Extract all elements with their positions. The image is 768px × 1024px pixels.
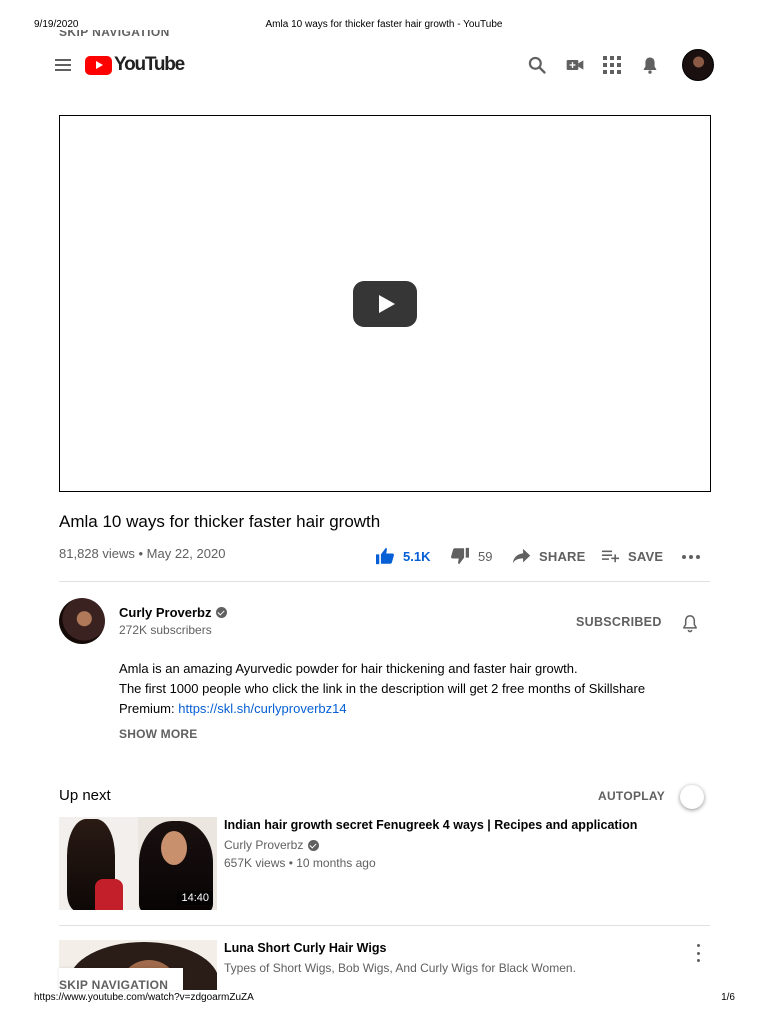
thumbs-down-icon xyxy=(451,547,469,565)
print-url: https://www.youtube.com/watch?v=zdgoarmZ… xyxy=(34,992,254,1003)
recommended-channel-text: Curly Proverbz xyxy=(224,838,304,852)
apps-icon[interactable] xyxy=(600,53,624,77)
recommended-video-title[interactable]: Indian hair growth secret Fenugreek 4 wa… xyxy=(224,818,637,832)
show-more-button[interactable]: SHOW MORE xyxy=(119,727,197,741)
subscriber-count: 272K subscribers xyxy=(119,623,212,637)
skip-navigation-button[interactable]: SKIP NAVIGATION xyxy=(59,968,183,990)
play-icon[interactable] xyxy=(353,281,417,327)
more-actions-icon[interactable] xyxy=(680,548,702,566)
channel-avatar[interactable] xyxy=(59,598,105,644)
menu-icon[interactable] xyxy=(50,52,76,78)
subscribed-button[interactable]: SUBSCRIBED xyxy=(576,615,662,629)
recommended-video-meta: 657K views • 10 months ago xyxy=(224,856,376,870)
description-premium-text: Premium: xyxy=(119,701,175,716)
autoplay-toggle[interactable] xyxy=(680,785,704,809)
autoplay-label: AUTOPLAY xyxy=(598,789,666,803)
divider xyxy=(59,581,710,582)
description-line-1: Amla is an amazing Ayurvedic powder for … xyxy=(119,661,578,676)
skip-navigation-link-top[interactable]: SKIP NAVIGATION xyxy=(59,30,170,40)
more-options-icon[interactable] xyxy=(694,944,702,962)
verified-badge-icon xyxy=(308,839,320,851)
youtube-wordmark: YouTube xyxy=(114,54,185,75)
notification-bell-icon[interactable] xyxy=(680,612,702,634)
channel-name[interactable]: Curly Proverbz xyxy=(119,605,228,620)
like-count: 5.1K xyxy=(403,548,431,564)
youtube-logo[interactable]: YouTube xyxy=(85,54,185,75)
up-next-heading: Up next xyxy=(59,787,111,804)
divider xyxy=(59,925,710,926)
ad-description: Types of Short Wigs, Bob Wigs, And Curly… xyxy=(224,961,576,975)
thumbs-up-icon xyxy=(376,547,394,565)
share-button[interactable]: SHARE xyxy=(512,546,586,566)
video-thumbnail[interactable]: 14:40 xyxy=(59,817,217,910)
print-page-number: 1/6 xyxy=(721,992,735,1003)
skillshare-link[interactable]: https://skl.sh/curlyproverbz14 xyxy=(178,701,346,716)
video-title: Amla 10 ways for thicker faster hair gro… xyxy=(59,512,381,531)
search-icon[interactable] xyxy=(525,53,549,77)
description-line-3: Premium: https://skl.sh/curlyproverbz14 xyxy=(119,701,347,716)
description-line-2: The first 1000 people who click the link… xyxy=(119,681,646,696)
dislike-count: 59 xyxy=(478,548,493,564)
ad-title[interactable]: Luna Short Curly Hair Wigs xyxy=(224,941,386,955)
notifications-icon[interactable] xyxy=(638,53,662,77)
share-label: SHARE xyxy=(539,548,586,564)
like-button[interactable]: 5.1K xyxy=(375,546,430,566)
verified-badge-icon xyxy=(216,607,228,618)
save-button[interactable]: SAVE xyxy=(601,546,663,566)
save-label: SAVE xyxy=(628,548,664,564)
view-count-and-date: 81,828 views • May 22, 2020 xyxy=(59,546,226,561)
channel-name-text: Curly Proverbz xyxy=(119,605,212,620)
recommended-channel-name[interactable]: Curly Proverbz xyxy=(224,838,320,852)
add-to-playlist-icon xyxy=(601,550,620,563)
print-page-title: Amla 10 ways for thicker faster hair gro… xyxy=(265,19,503,30)
account-avatar[interactable] xyxy=(682,49,714,81)
share-arrow-icon xyxy=(512,548,531,564)
youtube-play-logo-icon xyxy=(85,55,112,75)
create-video-icon[interactable] xyxy=(563,53,587,77)
video-duration: 14:40 xyxy=(177,891,213,905)
dislike-button[interactable]: 59 xyxy=(450,546,492,566)
